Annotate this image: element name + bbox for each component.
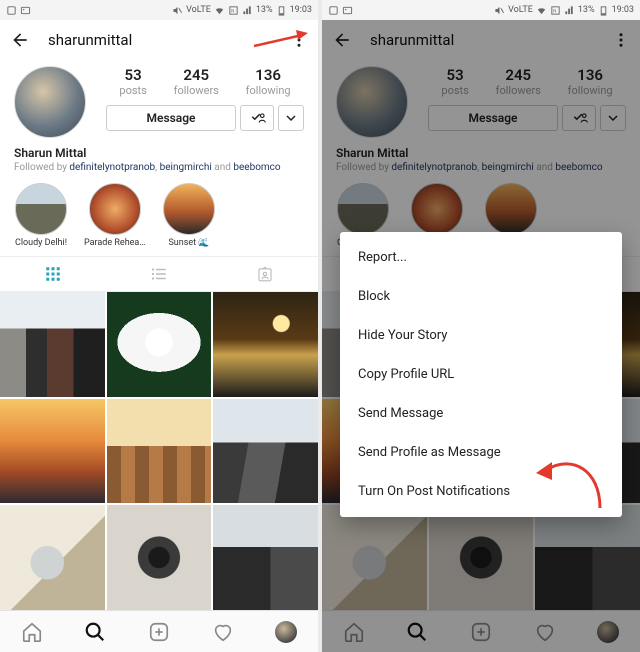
avatar[interactable]: [14, 66, 86, 138]
battery-icon: [598, 5, 609, 16]
following-status-button[interactable]: [240, 105, 274, 131]
highlight-thumb: [89, 183, 141, 235]
stat-followers-count: 245: [174, 66, 219, 84]
menu-item-send-message[interactable]: Send Message: [340, 394, 622, 433]
screenshot-icon: [328, 5, 339, 16]
post-thumb[interactable]: [213, 399, 318, 504]
post-thumb[interactable]: [107, 505, 212, 610]
highlight-label: Cloudy Delhi!: [15, 238, 67, 248]
followed-by-link[interactable]: definitelynotpranob: [69, 162, 155, 173]
tab-grid[interactable]: [0, 257, 106, 291]
highlight-thumb: [163, 183, 215, 235]
stat-followers-label: followers: [174, 84, 219, 97]
stat-posts-count: 53: [119, 66, 146, 84]
post-thumb[interactable]: [107, 292, 212, 397]
tab-tagged[interactable]: [212, 257, 318, 291]
grid-icon: [44, 265, 62, 283]
post-thumb[interactable]: [213, 505, 318, 610]
stat-following[interactable]: 136 following: [246, 66, 291, 97]
volte-icon: VoLTE: [186, 5, 211, 15]
battery-percent: 13%: [578, 5, 595, 15]
display-name: Sharun Mittal: [14, 146, 304, 160]
highlight-label: Parade Rehear...: [84, 238, 146, 248]
profile-options-menu: Report... Block Hide Your Story Copy Pro…: [340, 232, 622, 517]
clock: 19:03: [290, 5, 312, 15]
add-post-icon: [148, 621, 170, 643]
suggested-dropdown-button[interactable]: [278, 105, 304, 131]
phone-right: VoLTE N 13% 19:03 sharunmittal 53posts 2…: [322, 0, 640, 652]
mute-icon: [494, 5, 505, 16]
menu-item-block[interactable]: Block: [340, 277, 622, 316]
image-icon: [342, 5, 353, 16]
signal-icon: [242, 5, 253, 16]
nfc-icon: N: [550, 5, 561, 16]
bottom-nav: [0, 610, 318, 652]
view-tabs: [0, 256, 318, 292]
more-options-icon[interactable]: [290, 31, 308, 49]
wifi-icon: [536, 5, 547, 16]
stat-posts[interactable]: 53 posts: [119, 66, 146, 97]
highlight-item[interactable]: Cloudy Delhi!: [10, 183, 72, 248]
heart-icon: [212, 621, 234, 643]
svg-text:N: N: [231, 9, 234, 14]
followed-by-link[interactable]: beingmirchi: [160, 162, 212, 173]
profile-avatar-icon: [275, 621, 297, 643]
stat-posts-label: posts: [119, 84, 146, 97]
followed-by-link[interactable]: beebomco: [233, 162, 280, 173]
stat-following-label: following: [246, 84, 291, 97]
battery-percent: 13%: [256, 5, 273, 15]
volte-icon: VoLTE: [508, 5, 533, 15]
mute-icon: [172, 5, 183, 16]
nfc-icon: N: [228, 5, 239, 16]
post-thumb[interactable]: [213, 292, 318, 397]
profile-header: 53 posts 245 followers 136 following Mes…: [0, 60, 318, 142]
svg-text:N: N: [553, 9, 556, 14]
followed-by-line: Followed by definitelynotpranob, beingmi…: [14, 162, 304, 173]
highlight-thumb: [15, 183, 67, 235]
tagged-icon: [256, 265, 274, 283]
nav-add[interactable]: [127, 611, 191, 652]
chevron-down-icon: [286, 113, 296, 123]
tab-list[interactable]: [106, 257, 212, 291]
stat-following-count: 136: [246, 66, 291, 84]
home-icon: [21, 621, 43, 643]
profile-username: sharunmittal: [48, 31, 272, 49]
screenshot-icon: [6, 5, 17, 16]
back-icon[interactable]: [10, 30, 30, 50]
menu-item-copy-url[interactable]: Copy Profile URL: [340, 355, 622, 394]
list-icon: [150, 265, 168, 283]
post-thumb[interactable]: [0, 505, 105, 610]
story-highlights: Cloudy Delhi! Parade Rehear... Sunset 🌊: [0, 179, 318, 256]
app-bar: sharunmittal: [0, 20, 318, 60]
highlight-item[interactable]: Sunset 🌊: [158, 183, 220, 248]
post-thumb[interactable]: [0, 399, 105, 504]
menu-item-send-profile[interactable]: Send Profile as Message: [340, 433, 622, 472]
nav-activity[interactable]: [191, 611, 255, 652]
clock: 19:03: [612, 5, 634, 15]
wifi-icon: [214, 5, 225, 16]
menu-item-report[interactable]: Report...: [340, 238, 622, 277]
post-thumb[interactable]: [107, 399, 212, 504]
status-bar: VoLTE N 13% 19:03: [0, 0, 318, 20]
phone-left: VoLTE N 13% 19:03 sharunmittal 53: [0, 0, 318, 652]
nav-search[interactable]: [64, 611, 128, 652]
menu-item-post-notifications[interactable]: Turn On Post Notifications: [340, 472, 622, 511]
battery-icon: [276, 5, 287, 16]
message-button[interactable]: Message: [106, 105, 236, 131]
highlight-label: Sunset 🌊: [168, 238, 209, 248]
image-icon: [20, 5, 31, 16]
stat-followers[interactable]: 245 followers: [174, 66, 219, 97]
post-thumb[interactable]: [0, 292, 105, 397]
highlight-item[interactable]: Parade Rehear...: [84, 183, 146, 248]
menu-item-hide-story[interactable]: Hide Your Story: [340, 316, 622, 355]
bio-section: Sharun Mittal Followed by definitelynotp…: [0, 142, 318, 179]
signal-icon: [564, 5, 575, 16]
posts-grid: [0, 292, 318, 610]
nav-home[interactable]: [0, 611, 64, 652]
nav-profile[interactable]: [254, 611, 318, 652]
status-bar: VoLTE N 13% 19:03: [322, 0, 640, 20]
search-icon: [84, 621, 106, 643]
